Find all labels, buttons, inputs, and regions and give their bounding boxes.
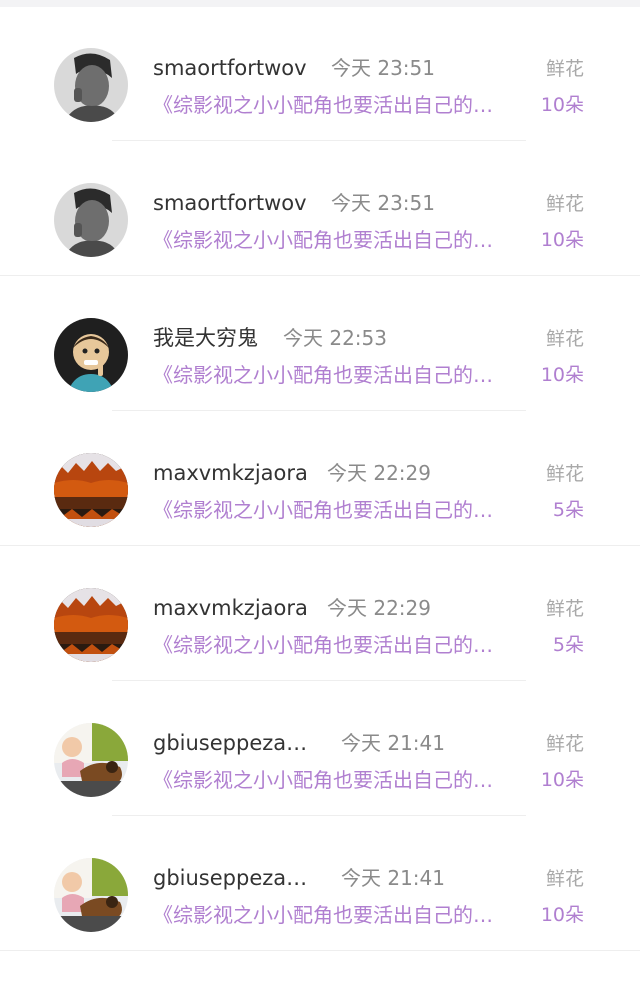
man-portrait-avatar [54, 48, 128, 122]
divider [0, 950, 640, 951]
avatar[interactable] [54, 858, 128, 932]
autumn-landscape-avatar [54, 453, 128, 527]
cartoon-character-avatar [54, 318, 128, 392]
username[interactable]: gbiuseppeza… [153, 864, 307, 892]
timestamp: 今天 22:29 [327, 596, 431, 620]
username[interactable]: maxvmkzjaora [153, 594, 308, 622]
gift-type-label: 鲜花 [545, 868, 584, 890]
gift-type-label: 鲜花 [545, 193, 584, 215]
gift-record-item[interactable]: smaortfortwov 今天 23:51 《综影视之小小配角也要活出自己的…… [0, 0, 640, 141]
gift-type-label: 鲜花 [545, 733, 584, 755]
gift-count: 10朵 [540, 769, 584, 791]
username[interactable]: smaortfortwov [153, 189, 307, 217]
avatar[interactable] [54, 183, 128, 257]
timestamp: 今天 22:29 [327, 461, 431, 485]
gift-count: 10朵 [540, 229, 584, 251]
username[interactable]: maxvmkzjaora [153, 459, 308, 487]
book-title-link[interactable]: 《综影视之小小配角也要活出自己的… [153, 226, 533, 254]
timestamp: 今天 22:53 [283, 326, 387, 350]
timestamp: 今天 21:41 [341, 731, 445, 755]
username[interactable]: smaortfortwov [153, 54, 307, 82]
baby-and-dog-avatar [54, 723, 128, 797]
autumn-landscape-avatar [54, 588, 128, 662]
book-title-link[interactable]: 《综影视之小小配角也要活出自己的… [153, 901, 533, 929]
avatar[interactable] [54, 318, 128, 392]
gift-count: 10朵 [540, 904, 584, 926]
book-title-link[interactable]: 《综影视之小小配角也要活出自己的… [153, 91, 533, 119]
username[interactable]: 我是大穷鬼 [153, 324, 258, 352]
timestamp: 今天 23:51 [331, 191, 435, 215]
gift-record-item[interactable]: 我是大穷鬼 今天 22:53 《综影视之小小配角也要活出自己的… 鲜花 10朵 [0, 270, 640, 411]
timestamp: 今天 21:41 [341, 866, 445, 890]
book-title-link[interactable]: 《综影视之小小配角也要活出自己的… [153, 496, 533, 524]
book-title-link[interactable]: 《综影视之小小配角也要活出自己的… [153, 361, 533, 389]
gift-record-item[interactable]: maxvmkzjaora 今天 22:29 《综影视之小小配角也要活出自己的… … [0, 540, 640, 681]
gift-count: 10朵 [540, 94, 584, 116]
username[interactable]: gbiuseppeza… [153, 729, 307, 757]
avatar[interactable] [54, 453, 128, 527]
book-title-link[interactable]: 《综影视之小小配角也要活出自己的… [153, 766, 533, 794]
gift-record-item[interactable]: gbiuseppeza… 今天 21:41 《综影视之小小配角也要活出自己的… … [0, 675, 640, 816]
timestamp: 今天 23:51 [331, 56, 435, 80]
gift-record-item[interactable]: gbiuseppeza… 今天 21:41 《综影视之小小配角也要活出自己的… … [0, 810, 640, 951]
avatar[interactable] [54, 48, 128, 122]
avatar[interactable] [54, 723, 128, 797]
book-title-link[interactable]: 《综影视之小小配角也要活出自己的… [153, 631, 533, 659]
gift-count: 10朵 [540, 364, 584, 386]
baby-and-dog-avatar [54, 858, 128, 932]
gift-count: 5朵 [552, 634, 584, 656]
gift-type-label: 鲜花 [545, 463, 584, 485]
gift-count: 5朵 [552, 499, 584, 521]
gift-type-label: 鲜花 [545, 598, 584, 620]
avatar[interactable] [54, 588, 128, 662]
man-portrait-avatar [54, 183, 128, 257]
gift-record-item[interactable]: smaortfortwov 今天 23:51 《综影视之小小配角也要活出自己的…… [0, 135, 640, 276]
gift-record-item[interactable]: maxvmkzjaora 今天 22:29 《综影视之小小配角也要活出自己的… … [0, 405, 640, 546]
gift-type-label: 鲜花 [545, 58, 584, 80]
gift-type-label: 鲜花 [545, 328, 584, 350]
